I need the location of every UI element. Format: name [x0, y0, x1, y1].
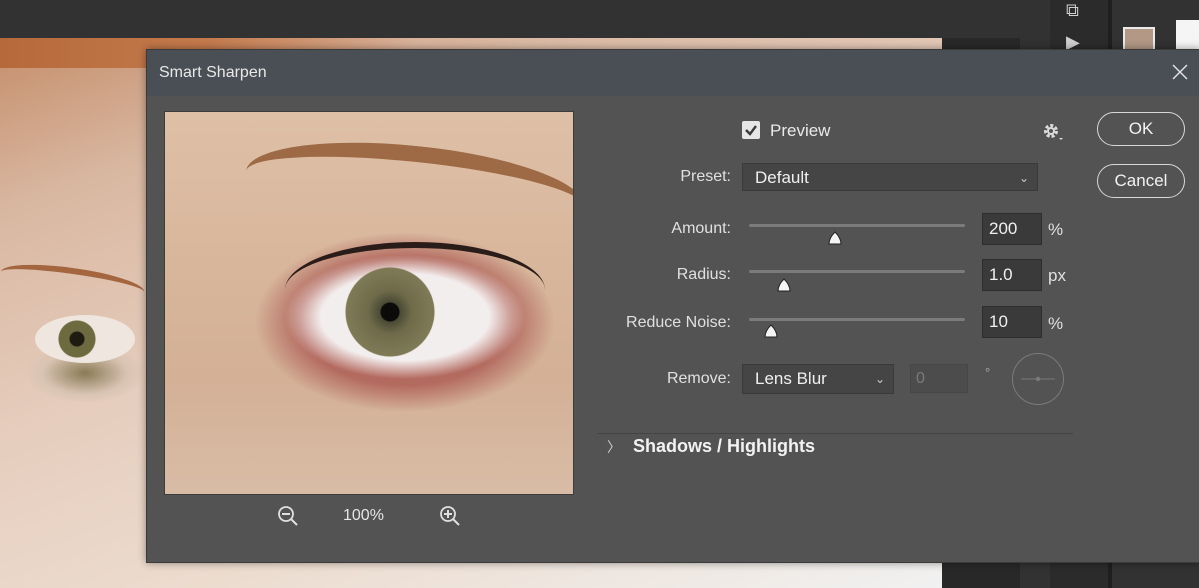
ok-button[interactable]: OK: [1097, 112, 1185, 146]
zoom-level: 100%: [343, 507, 384, 524]
angle-unit: °: [985, 365, 991, 380]
preset-select[interactable]: Default ⌄: [742, 163, 1038, 191]
app-topbar: [0, 0, 1020, 38]
preview-eyebrow: [241, 128, 573, 250]
zoom-in-icon[interactable]: [439, 505, 461, 527]
gear-icon[interactable]: [1041, 121, 1065, 143]
preview-checkbox[interactable]: [742, 121, 760, 139]
radius-slider[interactable]: [749, 270, 965, 273]
chevron-down-icon: ⌄: [1018, 171, 1029, 185]
dialog-title: Smart Sharpen: [159, 64, 267, 81]
section-divider: [597, 433, 1073, 434]
cancel-button[interactable]: Cancel: [1097, 164, 1185, 198]
reduce-noise-unit: %: [1048, 314, 1064, 333]
canvas-image-eye: [35, 315, 135, 363]
checkbox-checked-icon: [745, 125, 757, 136]
close-icon[interactable]: [1170, 62, 1190, 82]
amount-slider[interactable]: [749, 224, 965, 227]
angle-dial-icon[interactable]: [1012, 353, 1064, 405]
chevron-right-icon[interactable]: 〉: [607, 437, 621, 457]
reduce-noise-slider-thumb[interactable]: [764, 324, 778, 338]
amount-label: Amount:: [671, 220, 731, 237]
amount-slider-thumb[interactable]: [828, 231, 842, 245]
zoom-out-icon[interactable]: [277, 505, 299, 527]
reduce-noise-input[interactable]: 10: [982, 306, 1042, 338]
chevron-down-icon: ⌄: [874, 372, 885, 386]
preset-label: Preset:: [680, 168, 731, 185]
radius-slider-thumb[interactable]: [777, 278, 791, 292]
history-icon[interactable]: ⧉: [1066, 0, 1079, 21]
radius-label: Radius:: [676, 266, 731, 283]
amount-unit: %: [1048, 220, 1064, 239]
remove-value: Lens Blur: [755, 369, 827, 388]
preview-image[interactable]: [164, 111, 574, 495]
remove-label: Remove:: [666, 370, 731, 387]
angle-input[interactable]: 0: [910, 364, 968, 393]
preview-label[interactable]: Preview: [770, 121, 830, 141]
radius-input[interactable]: 1.0: [982, 259, 1042, 291]
preview-eyelashes: [285, 242, 545, 338]
reduce-noise-slider[interactable]: [749, 318, 965, 321]
shadows-highlights-toggle[interactable]: Shadows / Highlights: [633, 436, 815, 457]
smart-sharpen-dialog: Smart Sharpen 100% Preview Preset: Defau…: [146, 49, 1199, 563]
reduce-noise-label: Reduce Noise:: [626, 314, 731, 331]
preset-value: Default: [755, 168, 809, 187]
radius-unit: px: [1048, 266, 1066, 285]
remove-select[interactable]: Lens Blur ⌄: [742, 364, 894, 394]
dialog-titlebar[interactable]: Smart Sharpen: [147, 50, 1199, 96]
amount-input[interactable]: 200: [982, 213, 1042, 245]
